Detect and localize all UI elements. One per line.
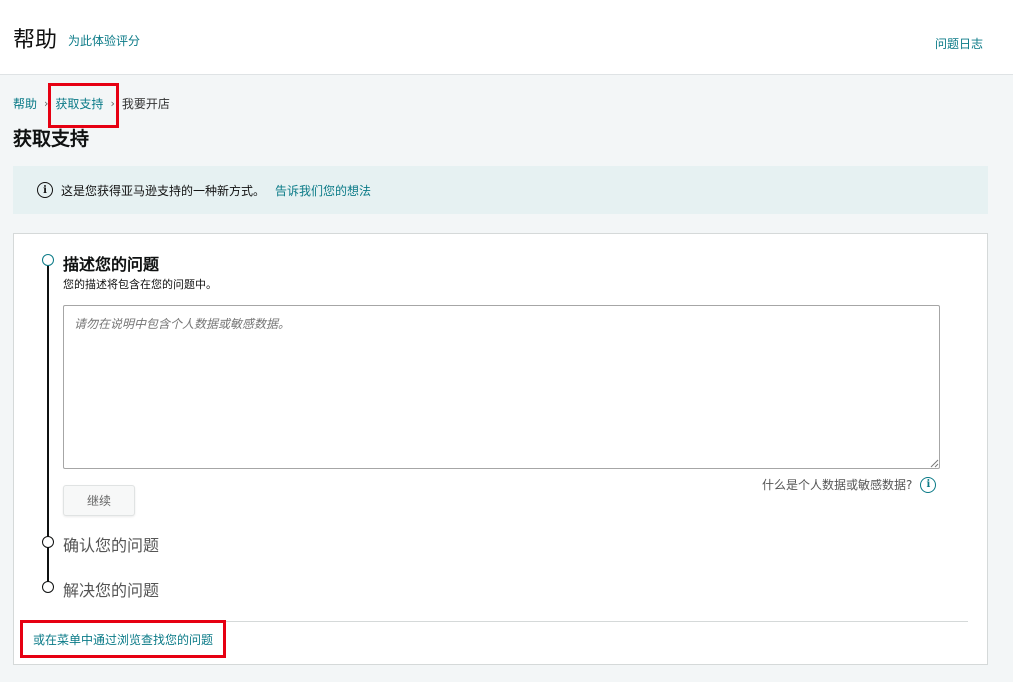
step-3-dot-icon xyxy=(42,581,54,593)
help-title: 帮助 xyxy=(13,28,58,53)
resize-grip-icon[interactable] xyxy=(930,459,939,468)
description-input[interactable] xyxy=(63,305,940,469)
breadcrumb-current: 我要开店 xyxy=(121,97,170,111)
info-banner: i 这是您获得亚马逊支持的一种新方式。 告诉我们您的想法 xyxy=(13,166,988,214)
step-2-dot-icon xyxy=(42,536,54,548)
rate-experience-link[interactable]: 为此体验评分 xyxy=(68,32,140,49)
breadcrumb-get-support[interactable]: 获取支持 xyxy=(55,95,103,112)
sensitive-data-label: 什么是个人数据或敏感数据? xyxy=(762,478,913,492)
step-1-title: 描述您的问题 xyxy=(63,255,160,274)
feedback-link[interactable]: 告诉我们您的想法 xyxy=(275,182,371,199)
page-title: 获取支持 xyxy=(13,128,90,150)
continue-button[interactable]: 继续 xyxy=(63,485,135,516)
breadcrumb-help[interactable]: 帮助 xyxy=(13,95,37,112)
step-1-subtitle: 您的描述将包含在您的问题中。 xyxy=(63,278,217,291)
step-1-dot-icon xyxy=(42,254,54,266)
info-icon[interactable]: i xyxy=(920,476,937,493)
step-2-title: 确认您的问题 xyxy=(63,536,160,555)
breadcrumb-separator-icon: › xyxy=(110,97,115,110)
breadcrumb-separator-icon: › xyxy=(44,97,49,110)
info-icon: i xyxy=(37,182,53,198)
banner-text: 这是您获得亚马逊支持的一种新方式。 xyxy=(61,183,266,198)
step-3-title: 解决您的问题 xyxy=(63,581,160,600)
divider xyxy=(22,621,968,622)
issue-log-link[interactable]: 问题日志 xyxy=(935,35,983,52)
browse-menu-link[interactable]: 或在菜单中通过浏览查找您的问题 xyxy=(33,631,213,648)
sensitive-data-help: 什么是个人数据或敏感数据? i xyxy=(762,476,937,493)
support-card: 描述您的问题 您的描述将包含在您的问题中。 继续 什么是个人数据或敏感数据? i… xyxy=(13,233,988,665)
breadcrumb: 帮助 › 获取支持 › 我要开店 xyxy=(13,95,170,112)
top-bar: 帮助 为此体验评分 问题日志 xyxy=(0,0,1013,75)
